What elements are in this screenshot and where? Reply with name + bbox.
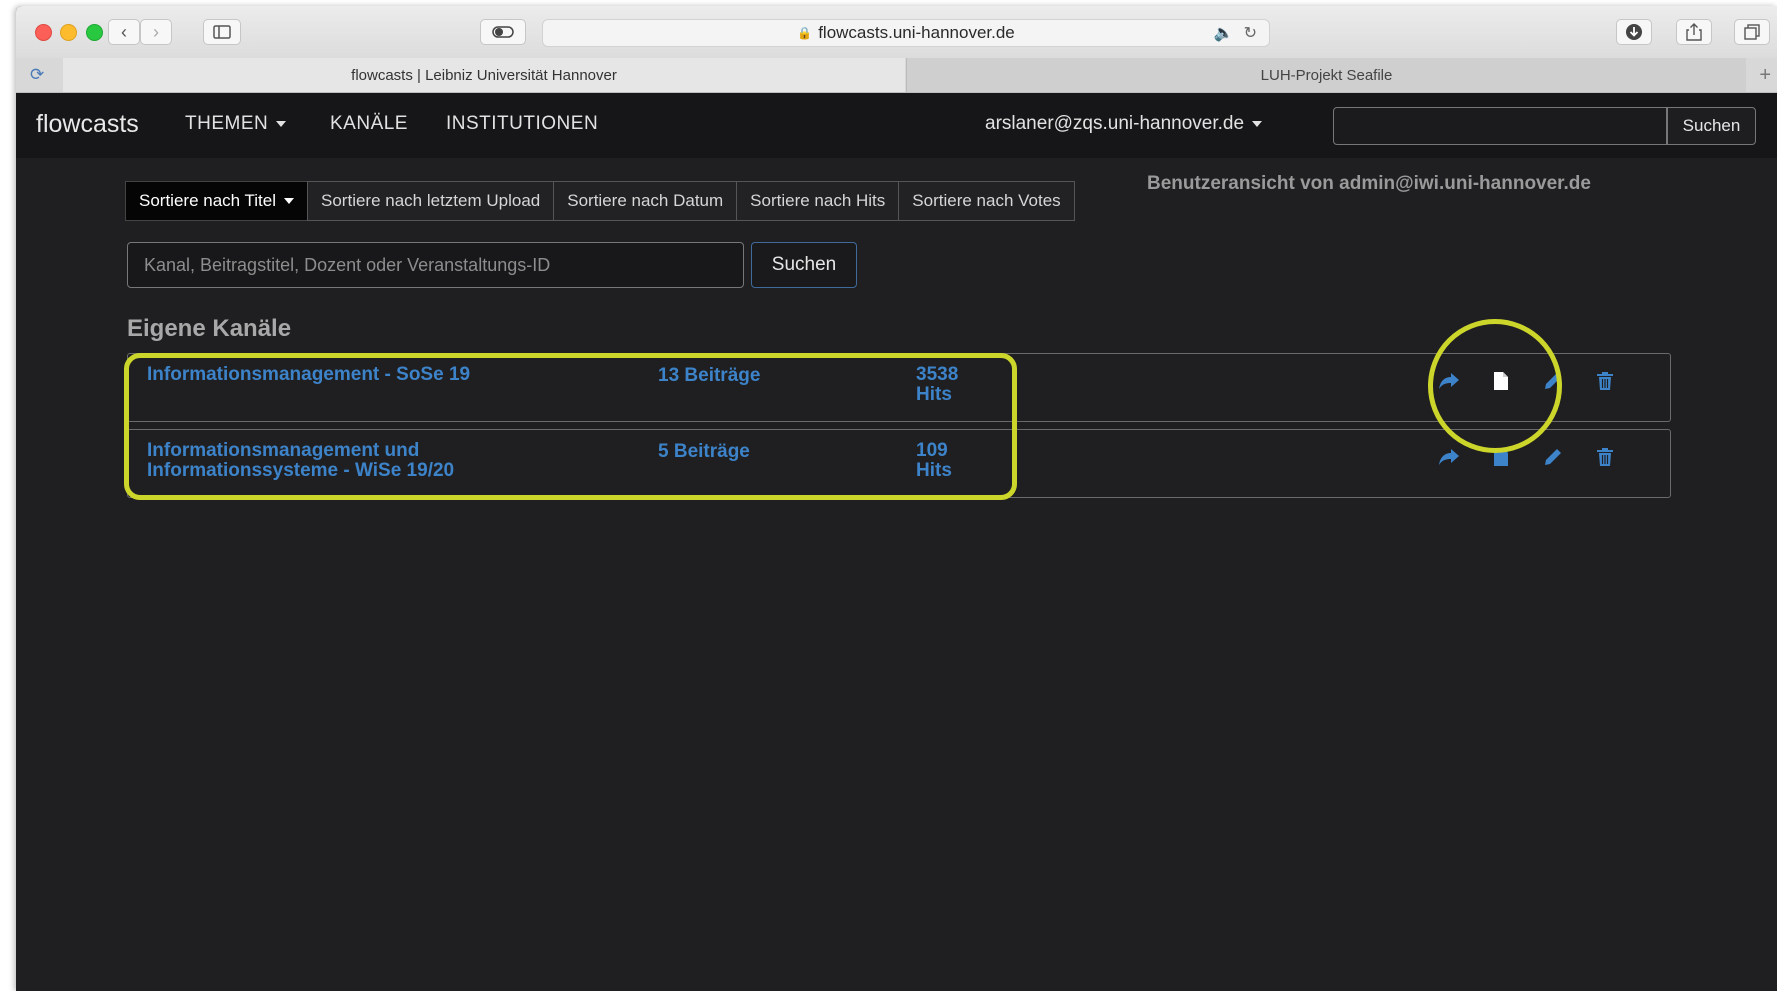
- download-icon: [1626, 24, 1642, 40]
- nav-item-kanaele[interactable]: KANÄLE: [330, 113, 408, 135]
- downloads-button[interactable]: [1616, 19, 1652, 45]
- caret-down-icon: [276, 120, 287, 127]
- reader-toggle-button[interactable]: [480, 19, 526, 45]
- browser-tab-label: flowcasts | Leibniz Universität Hannover: [351, 66, 617, 84]
- channel-hits: 109 Hits: [916, 440, 952, 481]
- browser-tab-label: LUH-Projekt Seafile: [1260, 66, 1393, 84]
- address-url: flowcasts.uni-hannover.de: [818, 23, 1015, 42]
- delete-button[interactable]: [1592, 444, 1618, 470]
- forward-button[interactable]: ›: [140, 19, 172, 45]
- section-title: Eigene Kanäle: [127, 315, 292, 342]
- sort-by-title-button[interactable]: Sortiere nach Titel: [125, 181, 309, 221]
- nav-item-institutionen[interactable]: INSTITUTIONEN: [446, 113, 598, 135]
- trash-icon: [1597, 372, 1613, 390]
- minimize-window-button[interactable]: [60, 24, 77, 41]
- channel-row: Informationsmanagement und Informationss…: [127, 429, 1671, 498]
- document-button[interactable]: [1488, 444, 1514, 470]
- navbar-search-button[interactable]: Suchen: [1667, 107, 1756, 145]
- tabs-overview-icon: [1744, 24, 1760, 40]
- tab-favicon-icon: ⟳: [30, 65, 45, 84]
- channel-actions: [1436, 368, 1636, 396]
- sort-by-votes-button[interactable]: Sortiere nach Votes: [898, 181, 1075, 221]
- share-page-button[interactable]: [1676, 19, 1712, 45]
- content-search-input[interactable]: [127, 242, 744, 288]
- chevron-right-icon: ›: [153, 21, 159, 42]
- edit-button[interactable]: [1540, 368, 1566, 394]
- content-search-button[interactable]: Suchen: [751, 242, 857, 288]
- channel-post-count: 13 Beiträge: [658, 365, 761, 386]
- site-navbar: flowcasts THEMEN KANÄLE INSTITUTIONEN ar…: [16, 93, 1777, 158]
- new-tab-button[interactable]: +: [1759, 64, 1771, 87]
- share-button[interactable]: [1436, 444, 1462, 470]
- trash-icon: [1597, 448, 1613, 466]
- sort-by-hits-button[interactable]: Sortiere nach Hits: [736, 181, 900, 221]
- tab-overview-button[interactable]: [1734, 19, 1770, 45]
- sort-by-last-upload-button[interactable]: Sortiere nach letztem Upload: [307, 181, 555, 221]
- reload-icon[interactable]: ↻: [1244, 23, 1257, 43]
- pencil-icon: [1545, 449, 1561, 465]
- share-icon: [1439, 373, 1459, 389]
- admin-view-label: Benutzeransicht von admin@iwi.uni-hannov…: [1147, 173, 1591, 194]
- back-button[interactable]: ‹: [108, 19, 140, 45]
- share-page-icon: [1686, 23, 1702, 41]
- channel-actions: [1436, 444, 1636, 472]
- user-email: arslaner@zqs.uni-hannover.de: [985, 113, 1245, 134]
- sidebar-toggle-button[interactable]: [203, 19, 241, 45]
- channel-post-count: 5 Beiträge: [658, 441, 750, 462]
- browser-window: ‹ › 🔒 flowcasts.uni-hannover.de 🔈 ↻ flow…: [16, 6, 1777, 991]
- document-button[interactable]: [1488, 368, 1514, 394]
- maximize-window-button[interactable]: [86, 24, 103, 41]
- browser-tab-seafile[interactable]: LUH-Projekt Seafile: [906, 58, 1746, 92]
- document-icon: [1494, 448, 1508, 466]
- lock-icon: 🔒: [797, 26, 813, 40]
- sidebar-icon: [213, 25, 231, 39]
- browser-tab-flowcasts[interactable]: flowcasts | Leibniz Universität Hannover: [63, 58, 905, 92]
- share-button[interactable]: [1436, 368, 1462, 394]
- nav-item-themen[interactable]: THEMEN: [185, 113, 287, 135]
- share-icon: [1439, 449, 1459, 465]
- caret-down-icon: [284, 198, 295, 204]
- edit-button[interactable]: [1540, 444, 1566, 470]
- sort-button-group: Sortiere nach Titel Sortiere nach letzte…: [125, 181, 1075, 221]
- navbar-search-input[interactable]: [1333, 107, 1667, 145]
- browser-titlebar: ‹ › 🔒 flowcasts.uni-hannover.de 🔈 ↻: [16, 6, 1777, 59]
- channel-row: Informationsmanagement - SoSe 19 13 Beit…: [127, 353, 1671, 422]
- nav-item-label: THEMEN: [185, 113, 269, 134]
- address-bar[interactable]: 🔒 flowcasts.uni-hannover.de 🔈 ↻: [542, 19, 1270, 47]
- channel-title-link[interactable]: Informationsmanagement - SoSe 19: [147, 365, 587, 385]
- channel-title-link[interactable]: Informationsmanagement und Informationss…: [147, 441, 587, 481]
- delete-button[interactable]: [1592, 368, 1618, 394]
- pencil-icon: [1545, 373, 1561, 389]
- sort-by-date-button[interactable]: Sortiere nach Datum: [553, 181, 738, 221]
- brand-logo[interactable]: flowcasts: [36, 110, 139, 139]
- close-window-button[interactable]: [35, 24, 52, 41]
- document-icon: [1494, 372, 1508, 390]
- caret-down-icon: [1252, 120, 1263, 127]
- user-menu[interactable]: arslaner@zqs.uni-hannover.de: [985, 113, 1263, 135]
- speaker-icon[interactable]: 🔈: [1214, 23, 1234, 43]
- chevron-left-icon: ‹: [121, 21, 127, 42]
- browser-tabbar: flowcasts | Leibniz Universität Hannover…: [16, 58, 1777, 93]
- sort-label: Sortiere nach Titel: [139, 191, 277, 210]
- channel-hits: 3538 Hits: [916, 364, 959, 405]
- toggle-icon: [492, 26, 514, 38]
